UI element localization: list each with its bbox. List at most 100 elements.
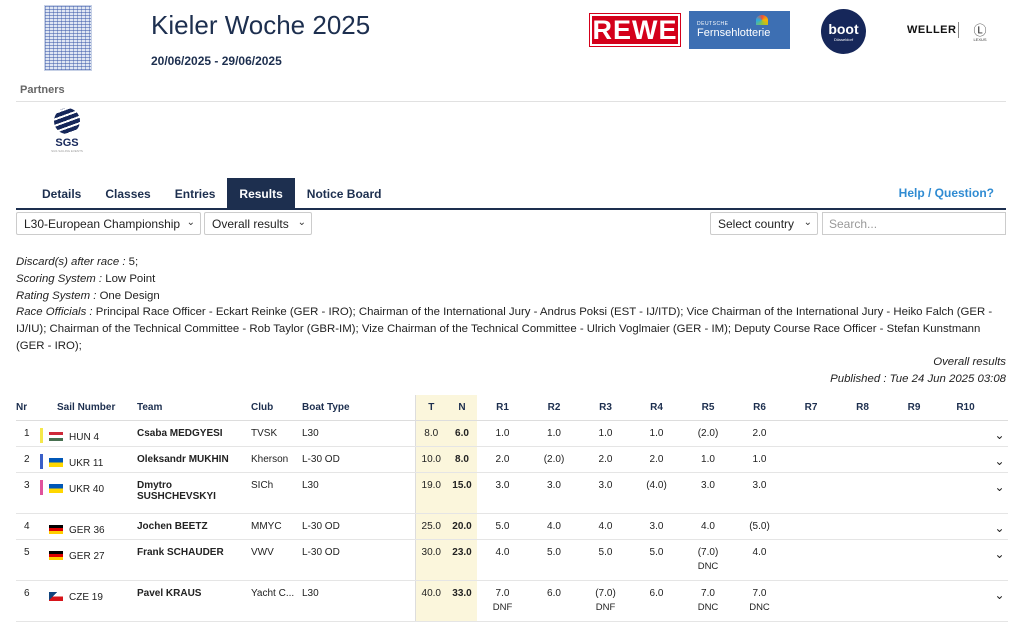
sponsor-weller-logo[interactable]: WELLER xyxy=(907,24,956,36)
race-score-r3: 3.0 xyxy=(580,472,631,514)
header-sail-number[interactable]: Sail Number xyxy=(40,395,137,421)
club: TVSK xyxy=(251,420,302,447)
race-score-r3: 5.0 xyxy=(580,539,631,581)
race-score-r5: 4.0 xyxy=(682,513,734,540)
rank-cell: 4 xyxy=(16,513,40,540)
chevron-down-icon[interactable]: ⌄ xyxy=(991,472,1008,514)
header-team[interactable]: Team xyxy=(137,395,251,421)
sponsor-boot-logo[interactable]: boot Düsseldorf xyxy=(821,9,866,54)
score-value: 1.0 xyxy=(598,427,613,439)
club: VWV xyxy=(251,539,302,581)
partners-label: Partners xyxy=(20,84,65,96)
header-net[interactable]: N xyxy=(447,395,477,421)
header-nr[interactable]: Nr xyxy=(16,395,40,421)
rank-cell: 2 xyxy=(16,446,40,473)
race-score-r8 xyxy=(837,472,888,514)
tab-notice-board[interactable]: Notice Board xyxy=(295,178,394,209)
table-row[interactable]: 4 GER 36 Jochen BEETZ MMYC L-30 OD 25.0 20.0 5.… xyxy=(16,513,1008,540)
score-value: 5.0 xyxy=(495,520,510,532)
score-value: 3.0 xyxy=(701,479,715,491)
header-r3[interactable]: R3 xyxy=(580,395,631,421)
score-value: (2.0) xyxy=(543,453,565,465)
race-score-r5: 7.0 DNC xyxy=(682,580,734,622)
race-score-r3: 2.0 xyxy=(580,446,631,473)
header-r1[interactable]: R1 xyxy=(477,395,528,421)
header-r2[interactable]: R2 xyxy=(528,395,580,421)
sgs-partner-logo[interactable]: SGS SGS SAILING EVENTS xyxy=(50,108,84,158)
team-name[interactable]: Pavel KRAUS xyxy=(137,580,251,622)
header-r4[interactable]: R4 xyxy=(631,395,682,421)
race-score-r3: (7.0) DNF xyxy=(580,580,631,622)
chevron-down-icon[interactable]: ⌄ xyxy=(991,539,1008,581)
main-tabs: Details Classes Entries Results Notice B… xyxy=(30,178,393,209)
table-row[interactable]: 5 GER 27 Frank SCHAUDER VWV L-30 OD 30.0 23.0 4… xyxy=(16,539,1008,581)
tab-entries[interactable]: Entries xyxy=(163,178,228,209)
flag-ukr-icon xyxy=(49,483,63,493)
results-type-select[interactable]: Overall results ⌄ xyxy=(204,212,312,235)
race-score-r9 xyxy=(888,420,940,447)
header-r7[interactable]: R7 xyxy=(785,395,837,421)
total-points: 10.0 xyxy=(414,446,447,473)
score-value: (7.0) xyxy=(697,546,719,558)
header-club[interactable]: Club xyxy=(251,395,302,421)
team-name[interactable]: Dmytro SUSHCHEVSKYI xyxy=(137,472,251,514)
sponsor-rewe-logo[interactable]: REWE xyxy=(589,13,681,47)
class-select[interactable]: L30-European Championship ⌄ xyxy=(16,212,201,235)
team-name[interactable]: Csaba MEDGYESI xyxy=(137,420,251,447)
chevron-down-icon[interactable]: ⌄ xyxy=(991,446,1008,473)
header-r6[interactable]: R6 xyxy=(734,395,785,421)
race-score-r4: 6.0 xyxy=(631,580,682,622)
chevron-down-icon: ⌄ xyxy=(297,217,306,228)
net-points: 6.0 xyxy=(447,420,477,447)
table-row[interactable]: 3 UKR 40 Dmytro SUSHCHEVSKYI SICh L30 19.0 15.… xyxy=(16,472,1008,514)
boat-type: L-30 OD xyxy=(302,513,415,540)
kieler-woche-logo-icon[interactable] xyxy=(44,5,92,71)
header-r5[interactable]: R5 xyxy=(682,395,734,421)
race-score-r6: 2.0 xyxy=(734,420,785,447)
score-value: 5.0 xyxy=(649,546,664,558)
chevron-down-icon[interactable]: ⌄ xyxy=(991,420,1008,447)
header-r10[interactable]: R10 xyxy=(940,395,991,421)
sail-number-cell: GER 27 xyxy=(40,539,137,581)
race-score-r10 xyxy=(940,539,991,581)
race-score-r2: 4.0 xyxy=(528,513,580,540)
total-points: 25.0 xyxy=(414,513,447,540)
score-value: 4.0 xyxy=(598,520,613,532)
club: SICh xyxy=(251,472,302,514)
flag-ger-icon xyxy=(49,524,63,534)
race-score-r1: 1.0 xyxy=(477,420,528,447)
score-value: 1.0 xyxy=(701,453,715,465)
tab-bar-underline xyxy=(16,208,1006,210)
tab-details[interactable]: Details xyxy=(30,178,93,209)
chevron-down-icon[interactable]: ⌄ xyxy=(991,580,1008,622)
race-score-r5: 1.0 xyxy=(682,446,734,473)
search-input[interactable] xyxy=(822,212,1006,235)
tab-results[interactable]: Results xyxy=(227,178,295,209)
help-question-link[interactable]: Help / Question? xyxy=(899,186,994,200)
flag-hun-icon xyxy=(49,431,63,441)
header-boat-type[interactable]: Boat Type xyxy=(302,395,415,421)
country-select[interactable]: Select country ⌄ xyxy=(710,212,818,235)
header-r8[interactable]: R8 xyxy=(837,395,888,421)
officials-label: Race Officials : xyxy=(16,306,93,319)
sail-number-cell: UKR 11 xyxy=(40,446,137,473)
rating-label: Rating System : xyxy=(16,289,97,302)
header-r9[interactable]: R9 xyxy=(888,395,940,421)
sail-number: UKR 11 xyxy=(69,457,104,469)
table-row[interactable]: 2 UKR 11 Oleksandr MUKHIN Kherson L-30 OD 10.… xyxy=(16,446,1008,473)
sponsor-fernsehlotterie-logo[interactable]: DEUTSCHE Fernsehlotterie xyxy=(689,11,790,49)
table-row[interactable]: 6 CZE 19 Pavel KRAUS Yacht C... L30 40.0 33.0 7… xyxy=(16,580,1008,622)
team-name[interactable]: Oleksandr MUKHIN xyxy=(137,446,251,473)
header-total[interactable]: T xyxy=(414,395,447,421)
penalty-code: DNC xyxy=(749,601,770,613)
tab-classes[interactable]: Classes xyxy=(93,178,162,209)
table-row[interactable]: 1 HUN 4 Csaba MEDGYESI TVSK L30 8.0 6.0 1.0 1.0 1… xyxy=(16,420,1008,447)
score-value: 3.0 xyxy=(649,520,664,532)
race-info: Discard(s) after race : 5; Scoring Syste… xyxy=(16,254,1006,355)
rank: 2 xyxy=(24,453,30,465)
chevron-down-icon[interactable]: ⌄ xyxy=(991,513,1008,540)
sponsor-lexus-logo-icon[interactable]: Ⓛ LEXUS xyxy=(969,20,991,42)
team-name[interactable]: Frank SCHAUDER xyxy=(137,539,251,581)
boat-type: L30 xyxy=(302,580,415,622)
team-name[interactable]: Jochen BEETZ xyxy=(137,513,251,540)
